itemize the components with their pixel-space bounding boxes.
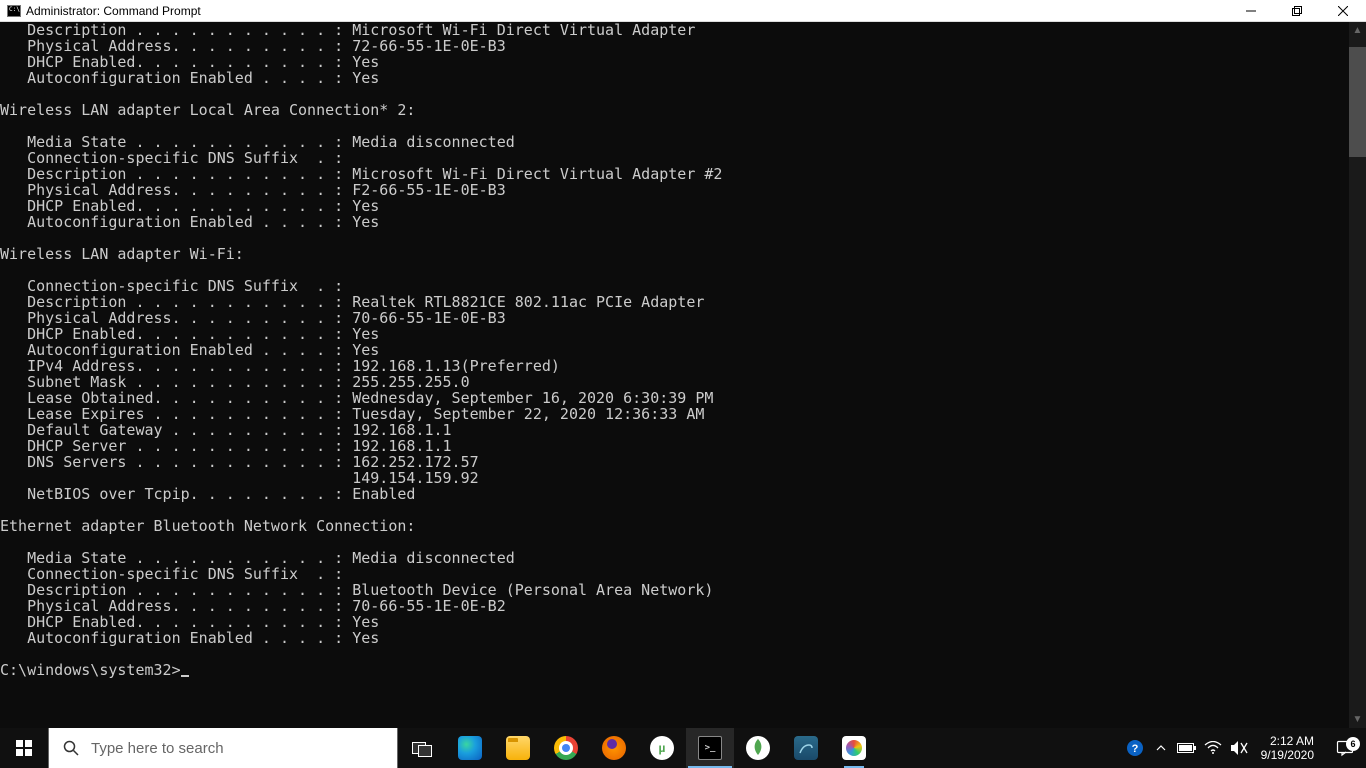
utorrent-icon: µ — [650, 736, 674, 760]
console-line: DHCP Server . . . . . . . . . . . : 192.… — [0, 438, 1349, 454]
console-line: Media State . . . . . . . . . . . : Medi… — [0, 550, 1349, 566]
taskbar-clock[interactable]: 2:12 AM 9/19/2020 — [1253, 734, 1322, 762]
console-output[interactable]: Description . . . . . . . . . . . : Micr… — [0, 22, 1349, 728]
taskbar-app-mysql[interactable] — [782, 728, 830, 768]
console-line: DHCP Enabled. . . . . . . . . . . : Yes — [0, 54, 1349, 70]
tray-wifi-icon[interactable] — [1201, 728, 1225, 768]
task-view-icon — [412, 740, 432, 756]
tray-volume-icon[interactable] — [1227, 728, 1251, 768]
tray-help-icon[interactable]: ? — [1123, 728, 1147, 768]
svg-text:?: ? — [1131, 743, 1138, 755]
edge-icon — [458, 736, 482, 760]
scrollbar-thumb[interactable] — [1349, 47, 1366, 157]
console-line: 149.154.159.92 — [0, 470, 1349, 486]
console-line: Physical Address. . . . . . . . . : 70-6… — [0, 598, 1349, 614]
taskbar: Type here to search µ >_ ? 2:12 AM 9/19/… — [0, 728, 1366, 768]
system-tray: ? 2:12 AM 9/19/2020 6 — [1123, 728, 1366, 768]
file-explorer-icon — [506, 736, 530, 760]
console-area: Description . . . . . . . . . . . : Micr… — [0, 22, 1366, 728]
console-line: Autoconfiguration Enabled . . . . : Yes — [0, 342, 1349, 358]
console-line: Description . . . . . . . . . . . : Blue… — [0, 582, 1349, 598]
console-prompt[interactable]: C:\windows\system32> — [0, 662, 1349, 678]
minimize-button[interactable] — [1228, 0, 1274, 22]
scroll-up-button[interactable]: ▲ — [1349, 22, 1366, 39]
tray-overflow-button[interactable] — [1149, 728, 1173, 768]
console-line: Autoconfiguration Enabled . . . . : Yes — [0, 630, 1349, 646]
start-button[interactable] — [0, 728, 48, 768]
console-line: NetBIOS over Tcpip. . . . . . . . : Enab… — [0, 486, 1349, 502]
console-line — [0, 230, 1349, 246]
console-line: Physical Address. . . . . . . . . : 70-6… — [0, 310, 1349, 326]
mongodb-icon — [746, 736, 770, 760]
window-title: Administrator: Command Prompt — [26, 4, 201, 18]
console-line — [0, 86, 1349, 102]
clock-time: 2:12 AM — [1270, 734, 1314, 748]
chrome-icon — [554, 736, 578, 760]
console-line — [0, 502, 1349, 518]
console-line: Autoconfiguration Enabled . . . . : Yes — [0, 70, 1349, 86]
console-line: DNS Servers . . . . . . . . . . . : 162.… — [0, 454, 1349, 470]
console-line: Ethernet adapter Bluetooth Network Conne… — [0, 518, 1349, 534]
console-line — [0, 118, 1349, 134]
taskbar-app-file-explorer[interactable] — [494, 728, 542, 768]
maximize-button[interactable] — [1274, 0, 1320, 22]
console-line: Media State . . . . . . . . . . . : Medi… — [0, 134, 1349, 150]
console-line: Description . . . . . . . . . . . : Real… — [0, 294, 1349, 310]
scroll-down-button[interactable]: ▼ — [1349, 711, 1366, 728]
search-icon — [63, 740, 79, 756]
taskbar-app-paint[interactable] — [830, 728, 878, 768]
task-view-button[interactable] — [398, 728, 446, 768]
console-line — [0, 534, 1349, 550]
taskbar-app-mongodb[interactable] — [734, 728, 782, 768]
taskbar-app-edge[interactable] — [446, 728, 494, 768]
console-line: Connection-specific DNS Suffix . : — [0, 566, 1349, 582]
cmd-window-icon — [6, 3, 22, 19]
console-line: Lease Expires . . . . . . . . . . : Tues… — [0, 406, 1349, 422]
action-center-button[interactable]: 6 — [1324, 739, 1366, 757]
console-line: Description . . . . . . . . . . . : Micr… — [0, 166, 1349, 182]
console-line: Default Gateway . . . . . . . . . : 192.… — [0, 422, 1349, 438]
close-button[interactable] — [1320, 0, 1366, 22]
console-line: Physical Address. . . . . . . . . : 72-6… — [0, 38, 1349, 54]
console-line: Connection-specific DNS Suffix . : — [0, 278, 1349, 294]
taskbar-search[interactable]: Type here to search — [48, 728, 398, 768]
console-line: DHCP Enabled. . . . . . . . . . . : Yes — [0, 326, 1349, 342]
console-line: DHCP Enabled. . . . . . . . . . . : Yes — [0, 614, 1349, 630]
console-line — [0, 262, 1349, 278]
console-line: Lease Obtained. . . . . . . . . . : Wedn… — [0, 390, 1349, 406]
notification-count-badge: 6 — [1346, 737, 1360, 751]
search-placeholder: Type here to search — [91, 740, 224, 757]
paint-icon — [842, 736, 866, 760]
console-line: Wireless LAN adapter Local Area Connecti… — [0, 102, 1349, 118]
taskbar-app-firefox[interactable] — [590, 728, 638, 768]
mysql-icon — [794, 736, 818, 760]
scrollbar-track[interactable] — [1349, 39, 1366, 711]
cursor — [181, 675, 189, 677]
console-line: IPv4 Address. . . . . . . . . . . : 192.… — [0, 358, 1349, 374]
tray-battery-icon[interactable] — [1175, 728, 1199, 768]
console-line — [0, 646, 1349, 662]
clock-date: 9/19/2020 — [1261, 748, 1314, 762]
windows-logo-icon — [16, 740, 32, 756]
taskbar-app-command-prompt[interactable]: >_ — [686, 728, 734, 768]
console-line: Description . . . . . . . . . . . : Micr… — [0, 22, 1349, 38]
console-line: Autoconfiguration Enabled . . . . : Yes — [0, 214, 1349, 230]
firefox-icon — [602, 736, 626, 760]
window-titlebar: Administrator: Command Prompt — [0, 0, 1366, 22]
cmd-icon: >_ — [698, 736, 722, 760]
console-line: Wireless LAN adapter Wi-Fi: — [0, 246, 1349, 262]
console-line: Subnet Mask . . . . . . . . . . . : 255.… — [0, 374, 1349, 390]
taskbar-app-utorrent[interactable]: µ — [638, 728, 686, 768]
console-line: Physical Address. . . . . . . . . : F2-6… — [0, 182, 1349, 198]
console-line: DHCP Enabled. . . . . . . . . . . : Yes — [0, 198, 1349, 214]
taskbar-app-chrome[interactable] — [542, 728, 590, 768]
vertical-scrollbar[interactable]: ▲ ▼ — [1349, 22, 1366, 728]
console-line: Connection-specific DNS Suffix . : — [0, 150, 1349, 166]
